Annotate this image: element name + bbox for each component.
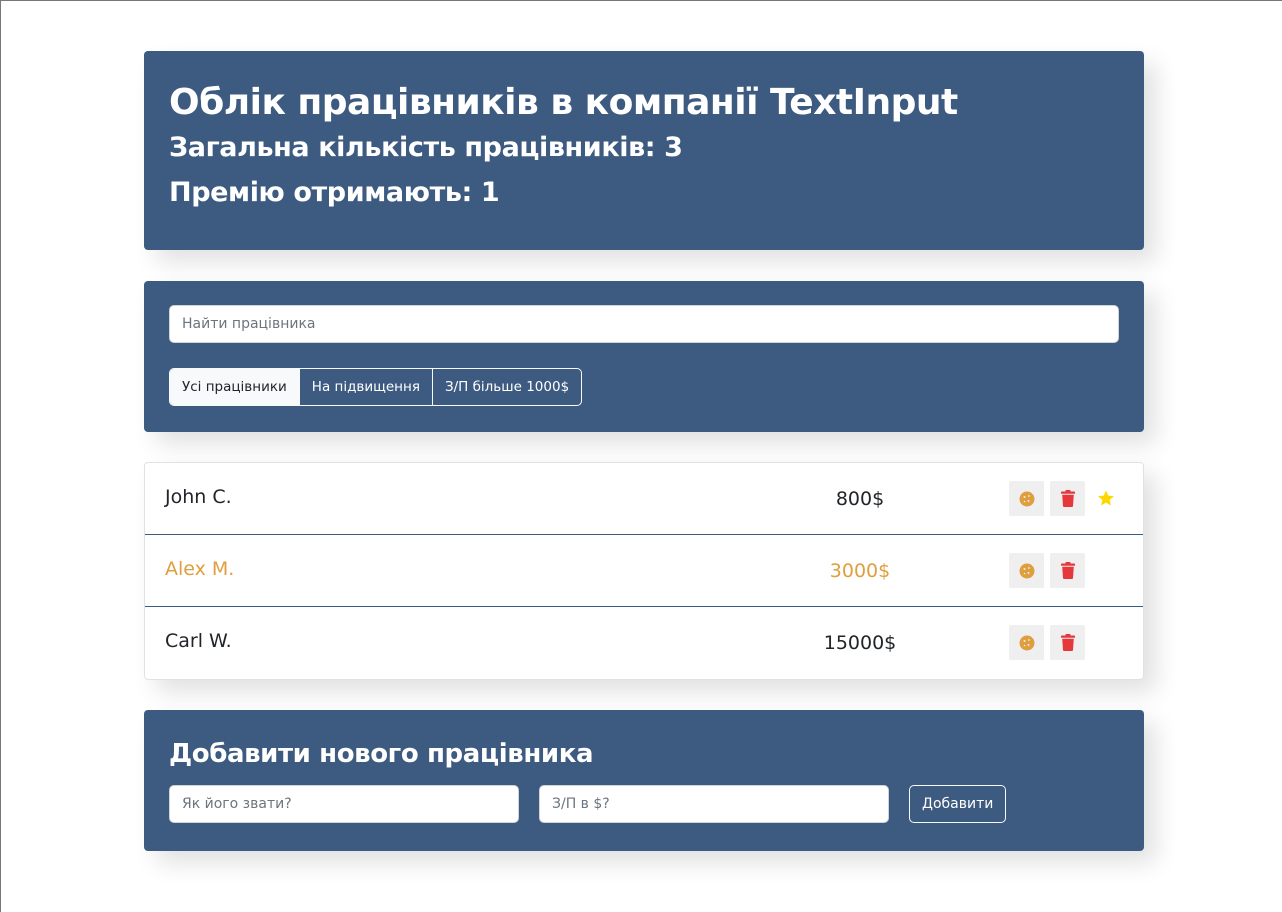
app-info-panel: Облік працівників в компанії TextInput З… bbox=[144, 51, 1144, 250]
total-employees-count: Загальна кількість працівників: 3 bbox=[169, 132, 683, 163]
employee-actions bbox=[1009, 481, 1116, 516]
cookie-icon bbox=[1019, 635, 1034, 650]
employee-name[interactable]: Alex M. bbox=[165, 555, 234, 583]
cookie-icon bbox=[1019, 491, 1034, 506]
cookie-icon bbox=[1019, 563, 1034, 578]
increase-button[interactable] bbox=[1009, 481, 1044, 516]
filter-salary-more-1000-button[interactable]: З/П більше 1000$ bbox=[431, 369, 581, 405]
page-title: Облік працівників в компанії TextInput bbox=[169, 82, 958, 123]
filter-all-button[interactable]: Усі працівники bbox=[170, 369, 299, 405]
bonus-employees-count: Премію отримають: 1 bbox=[169, 177, 500, 208]
delete-button[interactable] bbox=[1050, 625, 1085, 660]
filter-button-group: Усі працівники На підвищення З/П більше … bbox=[169, 368, 583, 406]
trash-icon bbox=[1060, 490, 1075, 507]
employee-salary[interactable]: 3000$ bbox=[800, 557, 920, 585]
filter-increase-button[interactable]: На підвищення bbox=[298, 369, 432, 405]
employee-salary-input[interactable] bbox=[539, 785, 889, 823]
employee-salary[interactable]: 800$ bbox=[800, 485, 920, 513]
search-input[interactable] bbox=[169, 305, 1119, 343]
employee-name[interactable]: Carl W. bbox=[165, 627, 232, 655]
add-employee-title: Добавити нового працівника bbox=[169, 739, 594, 769]
trash-icon bbox=[1060, 634, 1075, 651]
app: Облік працівників в компанії TextInput З… bbox=[144, 51, 1144, 851]
star-icon bbox=[1096, 489, 1116, 509]
add-employee-button[interactable]: Добавити bbox=[909, 785, 1007, 823]
search-panel: Усі працівники На підвищення З/П більше … bbox=[144, 281, 1144, 432]
delete-button[interactable] bbox=[1050, 481, 1085, 516]
delete-button[interactable] bbox=[1050, 553, 1085, 588]
employee-list-item: Alex M. 3000$ bbox=[145, 535, 1143, 607]
increase-button[interactable] bbox=[1009, 553, 1044, 588]
add-employee-form: Добавити bbox=[169, 785, 1119, 823]
employee-salary[interactable]: 15000$ bbox=[800, 629, 920, 657]
employee-actions bbox=[1009, 553, 1116, 588]
increase-button[interactable] bbox=[1009, 625, 1044, 660]
employee-name[interactable]: John C. bbox=[165, 483, 232, 511]
employee-actions bbox=[1009, 625, 1116, 660]
employees-list: John C. 800$ Alex M. 3000$ Carl W. 15000… bbox=[144, 462, 1144, 680]
employee-list-item: Carl W. 15000$ bbox=[145, 607, 1143, 679]
add-employee-panel: Добавити нового працівника Добавити bbox=[144, 710, 1144, 851]
trash-icon bbox=[1060, 562, 1075, 579]
employee-name-input[interactable] bbox=[169, 785, 519, 823]
employee-list-item: John C. 800$ bbox=[145, 463, 1143, 535]
